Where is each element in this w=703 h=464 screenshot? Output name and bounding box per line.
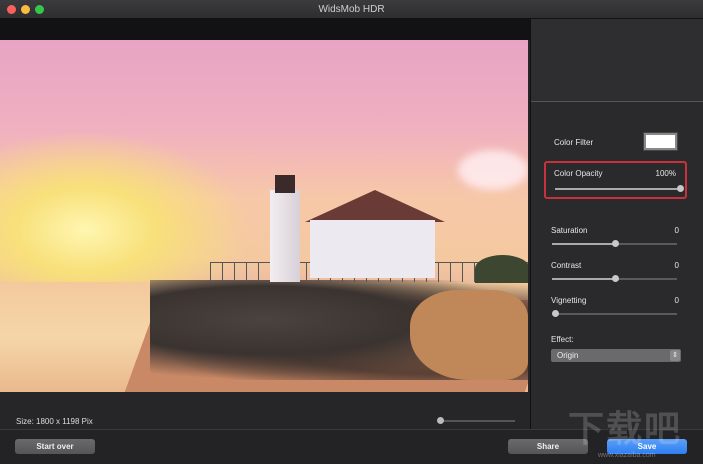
zoom-slider[interactable] xyxy=(440,420,515,422)
preview-area xyxy=(531,19,703,102)
image-size-label: Size: 1800 x 1198 Pix xyxy=(16,417,93,426)
photo-lighthouse-lamp xyxy=(275,175,295,193)
contrast-slider[interactable] xyxy=(552,275,677,282)
color-opacity-slider[interactable] xyxy=(555,185,684,192)
saturation-label: Saturation xyxy=(551,226,588,235)
color-filter-label: Color Filter xyxy=(554,138,594,147)
contrast-label: Contrast xyxy=(551,261,582,270)
zoom-slider-knob[interactable] xyxy=(437,417,444,424)
photo-rock xyxy=(410,290,528,380)
vignetting-label: Vignetting xyxy=(551,296,587,305)
color-opacity-label: Color Opacity xyxy=(554,169,603,178)
effect-label: Effect: xyxy=(551,335,574,344)
photo-cloud xyxy=(458,150,528,190)
photo-canvas[interactable] xyxy=(0,40,528,392)
saturation-value: 0 xyxy=(674,226,679,235)
photo-house xyxy=(310,220,435,278)
saturation-slider[interactable] xyxy=(552,240,677,247)
window-title: WidsMob HDR xyxy=(318,4,385,15)
vignetting-value: 0 xyxy=(674,296,679,305)
contrast-value: 0 xyxy=(674,261,679,270)
color-opacity-highlight xyxy=(544,161,687,199)
title-bar: WidsMob HDR xyxy=(0,0,703,19)
photo-trees xyxy=(475,255,528,283)
start-over-button[interactable]: Start over xyxy=(15,439,95,454)
adjustment-panel: Color Filter Color Opacity 100% Saturati… xyxy=(530,19,703,429)
photo-lighthouse xyxy=(270,190,300,282)
vignetting-slider[interactable] xyxy=(552,310,677,317)
watermark-url: www.xiazaiba.com xyxy=(598,452,656,459)
watermark-logo: 下载吧 xyxy=(568,408,683,449)
effect-select[interactable]: Origin ⇕ xyxy=(551,349,681,362)
effect-selected: Origin xyxy=(557,351,579,360)
photo-house-roof xyxy=(305,190,445,222)
color-filter-swatch[interactable] xyxy=(643,132,678,151)
color-opacity-value: 100% xyxy=(655,169,676,178)
toolbar-strip xyxy=(0,19,530,40)
select-stepper-icon: ⇕ xyxy=(670,350,680,361)
